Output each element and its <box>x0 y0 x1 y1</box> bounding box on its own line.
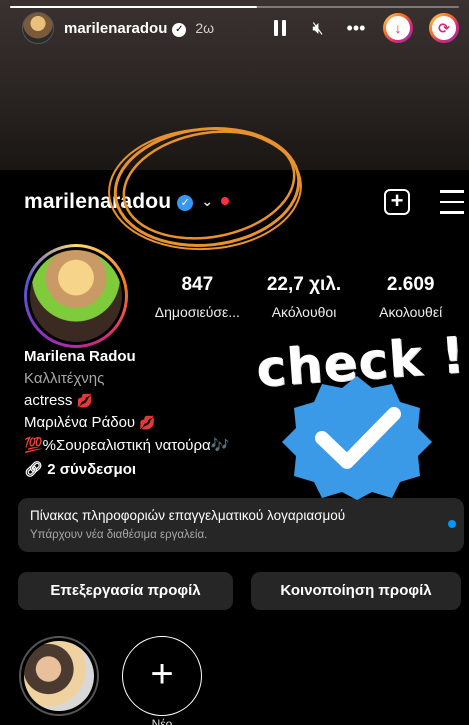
repost-icon[interactable]: ⟳ <box>429 13 459 43</box>
story-header: marilenaradou ✓ 2ω 🔇︎ ••• ↓ ⟳ <box>22 12 459 44</box>
dashboard-title: Πίνακας πληροφοριών επαγγελματικού λογαρ… <box>30 508 346 523</box>
new-highlight-label: Νέο <box>151 717 173 725</box>
dashboard-new-dot <box>448 520 456 528</box>
highlight-image <box>24 641 94 711</box>
stat-followers[interactable]: 22,7 χιλ. Ακόλουθοι <box>251 274 358 320</box>
verified-badge-sticker-icon <box>282 376 432 500</box>
profile-username: marilenaradou <box>24 190 172 213</box>
stat-posts-label: Δημοσιεύσε... <box>154 304 240 320</box>
avatar-image <box>30 250 122 342</box>
pause-icon[interactable] <box>269 20 291 36</box>
bio-line-1-text: actress <box>24 392 73 409</box>
bio-line-2: Μαριλένα Ράδου 💋 <box>24 414 284 431</box>
stat-following[interactable]: 2.609 Ακολουθεί <box>357 274 464 320</box>
link-icon: 🔗︎ <box>24 461 44 478</box>
stat-posts-value: 847 <box>181 274 214 295</box>
edit-profile-button[interactable]: Επεξεργασία προφίλ <box>18 572 233 610</box>
story-progress-fill <box>10 6 257 8</box>
dashboard-subtitle: Υπάρχουν νέα διαθέσιμα εργαλεία. <box>30 529 208 541</box>
bio-links-text: 2 σύνδεσμοι <box>47 461 137 478</box>
story-avatar[interactable] <box>22 12 54 44</box>
stat-followers-label: Ακόλουθοι <box>271 304 337 320</box>
notification-dot <box>221 197 230 205</box>
plus-icon: + <box>150 652 174 696</box>
chevron-down-icon: ⌄ <box>201 193 214 209</box>
bio-line-3: 💯%Σουρεαλιστική νατούρα🎶 <box>24 437 230 454</box>
new-highlight-button[interactable]: + <box>122 636 202 716</box>
share-profile-button[interactable]: Κοινοποίηση προφίλ <box>251 572 461 610</box>
profile-stats: 847 Δημοσιεύσε... 22,7 χιλ. Ακόλουθοι 2.… <box>144 274 464 320</box>
menu-icon[interactable] <box>440 190 464 222</box>
story-progress-bar <box>10 6 459 8</box>
profile-bio: Marilena Radou Καλλιτέχνης actress 💋 Μαρ… <box>24 348 284 478</box>
bio-links[interactable]: 🔗︎ 2 σύνδεσμοι <box>24 460 284 478</box>
create-icon[interactable]: + <box>384 189 410 215</box>
story-controls: 🔇︎ ••• ↓ ⟳ <box>269 13 459 43</box>
bio-category: Καλλιτέχνης <box>24 370 105 387</box>
download-icon[interactable]: ↓ <box>383 13 413 43</box>
verified-badge-icon: ✓ <box>177 195 194 211</box>
story-username-text: marilenaradou <box>64 19 168 37</box>
kiss-icon: 💋 <box>139 415 156 430</box>
verified-icon: ✓ <box>172 22 187 37</box>
stat-following-label: Ακολουθεί <box>379 304 443 320</box>
kiss-icon: 💋 <box>76 393 93 408</box>
story-time: 2ω <box>195 20 215 36</box>
stat-posts[interactable]: 847 Δημοσιεύσε... <box>144 274 251 320</box>
bio-line-2-text: Μαριλένα Ράδου <box>24 414 136 431</box>
highlight-story[interactable] <box>19 636 99 716</box>
stat-followers-value: 22,7 χιλ. <box>266 274 342 295</box>
story-username[interactable]: marilenaradou ✓ <box>64 19 187 37</box>
professional-dashboard[interactable]: Πίνακας πληροφοριών επαγγελματικού λογαρ… <box>18 498 464 552</box>
profile-username-row[interactable]: marilenaradou ✓ ⌄ <box>24 190 230 214</box>
more-icon[interactable]: ••• <box>345 18 367 39</box>
bio-name: Marilena Radou <box>24 348 136 365</box>
bio-line-1: actress 💋 <box>24 392 284 409</box>
profile-avatar[interactable] <box>24 244 128 348</box>
stat-following-value: 2.609 <box>386 274 435 295</box>
mute-icon[interactable]: 🔇︎ <box>307 18 329 39</box>
